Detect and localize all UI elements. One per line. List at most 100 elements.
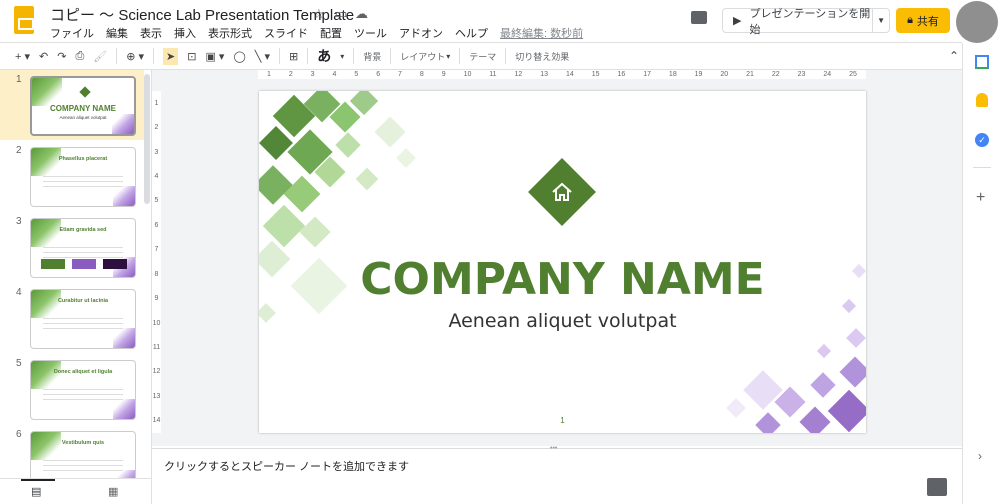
menu-edit[interactable]: 編集: [106, 25, 128, 41]
slide-canvas[interactable]: COMPANY NAME Aenean aliquet volutpat 1: [259, 91, 866, 433]
ruler-tick-label: 5: [154, 197, 159, 205]
cloud-status-icon[interactable]: ☁: [355, 6, 368, 22]
green-decor-square: [335, 132, 361, 158]
slide-subtitle[interactable]: Aenean aliquet volutpat: [259, 310, 866, 332]
last-edit-link[interactable]: 最終編集: 数秒前: [500, 25, 583, 41]
menu-arrange[interactable]: 配置: [320, 25, 342, 41]
present-label: プレゼンテーションを開始: [749, 7, 871, 36]
ruler-tick-label: 11: [152, 343, 161, 351]
thumbnail-preview[interactable]: COMPANY NAME Aenean aliquet volutpat: [30, 76, 136, 136]
ruler-tick-label: 1: [266, 71, 271, 78]
thumbnail-subtitle: Aenean aliquet volutpat: [59, 115, 107, 120]
redo-icon[interactable]: ↷: [57, 50, 66, 63]
horizontal-ruler[interactable]: 1 2 3 4 5 6 7 8 9 10 11 12 13 14 15 16 17 18 19 20 21 22 23 24 2…: [258, 70, 866, 79]
move-folder-icon[interactable]: ▭: [335, 6, 347, 22]
image-icon[interactable]: ▣ ▾: [205, 50, 224, 63]
grid-view-icon[interactable]: ▦: [108, 485, 118, 498]
menu-addons[interactable]: アドオン: [399, 25, 443, 41]
ruler-tick-label: 9: [441, 71, 446, 78]
ruler-tick-label: 24: [823, 71, 832, 78]
lock-icon: 🔒︎: [907, 14, 913, 26]
filmstrip: 1 COMPANY NAME Aenean aliquet volutpat 2 Pha…: [0, 70, 152, 478]
thumbnail-title: Donec aliquet et ligula: [53, 369, 113, 375]
slide-thumbnail-3[interactable]: 3 Etiam gravida sed: [0, 212, 144, 282]
calendar-icon[interactable]: [975, 55, 989, 69]
ruler-tick-label: 20: [720, 71, 729, 78]
layout-button[interactable]: レイアウト: [400, 50, 445, 63]
present-button[interactable]: ▶ プレゼンテーションを開始 ▼: [722, 8, 890, 36]
tasks-icon[interactable]: ✓: [975, 133, 989, 147]
present-dropdown[interactable]: ▼: [872, 9, 889, 32]
ruler-tick-label: 2: [288, 71, 293, 78]
thumbnail-title: COMPANY NAME: [50, 104, 116, 113]
menu-view[interactable]: 表示: [140, 25, 162, 41]
document-title[interactable]: コピー 〜 Science Lab Presentation Template: [50, 4, 354, 25]
slide-thumbnail-2[interactable]: 2 Phasellus placerat: [0, 141, 144, 211]
green-decor-square: [396, 148, 416, 168]
ruler-tick-label: 8: [154, 270, 159, 278]
menu-format[interactable]: 表示形式: [208, 25, 252, 41]
comment-add-icon[interactable]: ⊞: [289, 50, 298, 63]
purple-decor-square: [726, 398, 746, 418]
menu-insert[interactable]: 挿入: [174, 25, 196, 41]
thumbnail-preview[interactable]: Etiam gravida sed: [30, 218, 136, 278]
ruler-tick-label: 6: [376, 71, 381, 78]
filmstrip-scrollbar[interactable]: [144, 74, 150, 204]
speaker-notes[interactable]: クリックするとスピーカー ノートを追加できます •••: [152, 445, 962, 504]
paint-format-icon[interactable]: 🖌︎: [93, 50, 107, 63]
ruler-tick-label: 9: [154, 295, 159, 303]
resize-handle[interactable]: •••: [550, 445, 557, 452]
filmstrip-view-icon[interactable]: ▤: [31, 485, 41, 498]
menu-tools[interactable]: ツール: [354, 25, 387, 41]
textbox-icon[interactable]: ⊡: [187, 50, 196, 63]
new-slide-icon[interactable]: + ▾: [15, 50, 30, 63]
ruler-tick-label: 8: [419, 71, 424, 78]
share-button[interactable]: 🔒︎ 共有: [896, 8, 950, 33]
slides-logo[interactable]: [14, 6, 34, 34]
print-icon[interactable]: ⎙: [75, 50, 84, 63]
ruler-tick-label: 11: [489, 71, 497, 78]
slide-thumbnail-4[interactable]: 4 Curabitur ut lacinia: [0, 283, 144, 353]
slide-number: 5: [16, 358, 22, 369]
ruler-tick-label: 4: [154, 172, 159, 180]
vertical-ruler[interactable]: 1 2 3 4 5 6 7 8 9 10 11 12 13 14: [152, 91, 161, 433]
slide-number: 6: [16, 429, 22, 440]
thumbnail-preview[interactable]: Donec aliquet et ligula: [30, 360, 136, 420]
ruler-tick-label: 13: [540, 71, 549, 78]
menu-file[interactable]: ファイル: [50, 25, 94, 41]
ruler-tick-label: 18: [668, 71, 677, 78]
menu-help[interactable]: ヘルプ: [455, 25, 488, 41]
slide-title[interactable]: COMPANY NAME: [259, 254, 866, 305]
purple-decor-square: [816, 343, 832, 359]
thumbnail-preview[interactable]: Phasellus placerat: [30, 147, 136, 207]
theme-button[interactable]: テーマ: [469, 50, 496, 63]
thumbnail-title: Etiam gravida sed: [59, 227, 107, 233]
undo-icon[interactable]: ↶: [39, 50, 48, 63]
collapse-toolbar-icon[interactable]: ⌃: [949, 49, 959, 63]
select-icon[interactable]: ➤: [163, 47, 179, 65]
thumbnail-preview[interactable]: Vestibulum quis: [30, 431, 136, 478]
expand-panel-icon[interactable]: ›: [978, 449, 982, 463]
star-icon[interactable]: ☆: [313, 6, 325, 22]
menu-slide[interactable]: スライド: [264, 25, 308, 41]
ruler-tick-label: 1: [154, 99, 159, 107]
ruler-tick-label: 10: [152, 319, 161, 327]
active-indicator: [21, 479, 55, 481]
slide-thumbnail-5[interactable]: 5 Donec aliquet et ligula: [0, 354, 144, 424]
view-toggle-bar: ▤ ▦: [0, 478, 152, 504]
slide-number: 1: [16, 74, 22, 85]
slide-thumbnail-1[interactable]: 1 COMPANY NAME Aenean aliquet volutpat: [0, 70, 144, 140]
zoom-icon[interactable]: ⊕ ▾: [126, 50, 144, 63]
add-addon-icon[interactable]: +: [976, 189, 985, 207]
avatar[interactable]: [956, 1, 998, 43]
thumbnail-preview[interactable]: Curabitur ut lacinia: [30, 289, 136, 349]
input-tools-button[interactable]: あ: [317, 46, 331, 66]
background-button[interactable]: 背景: [363, 50, 381, 63]
explore-icon[interactable]: [927, 478, 947, 496]
line-icon[interactable]: ╲ ▾: [255, 50, 270, 63]
shape-icon[interactable]: ◯: [233, 50, 245, 63]
comment-history-icon[interactable]: [691, 11, 707, 24]
keep-icon[interactable]: [976, 93, 988, 107]
transition-button[interactable]: 切り替え効果: [515, 50, 569, 63]
slide-thumbnail-6[interactable]: 6 Vestibulum quis: [0, 425, 144, 478]
